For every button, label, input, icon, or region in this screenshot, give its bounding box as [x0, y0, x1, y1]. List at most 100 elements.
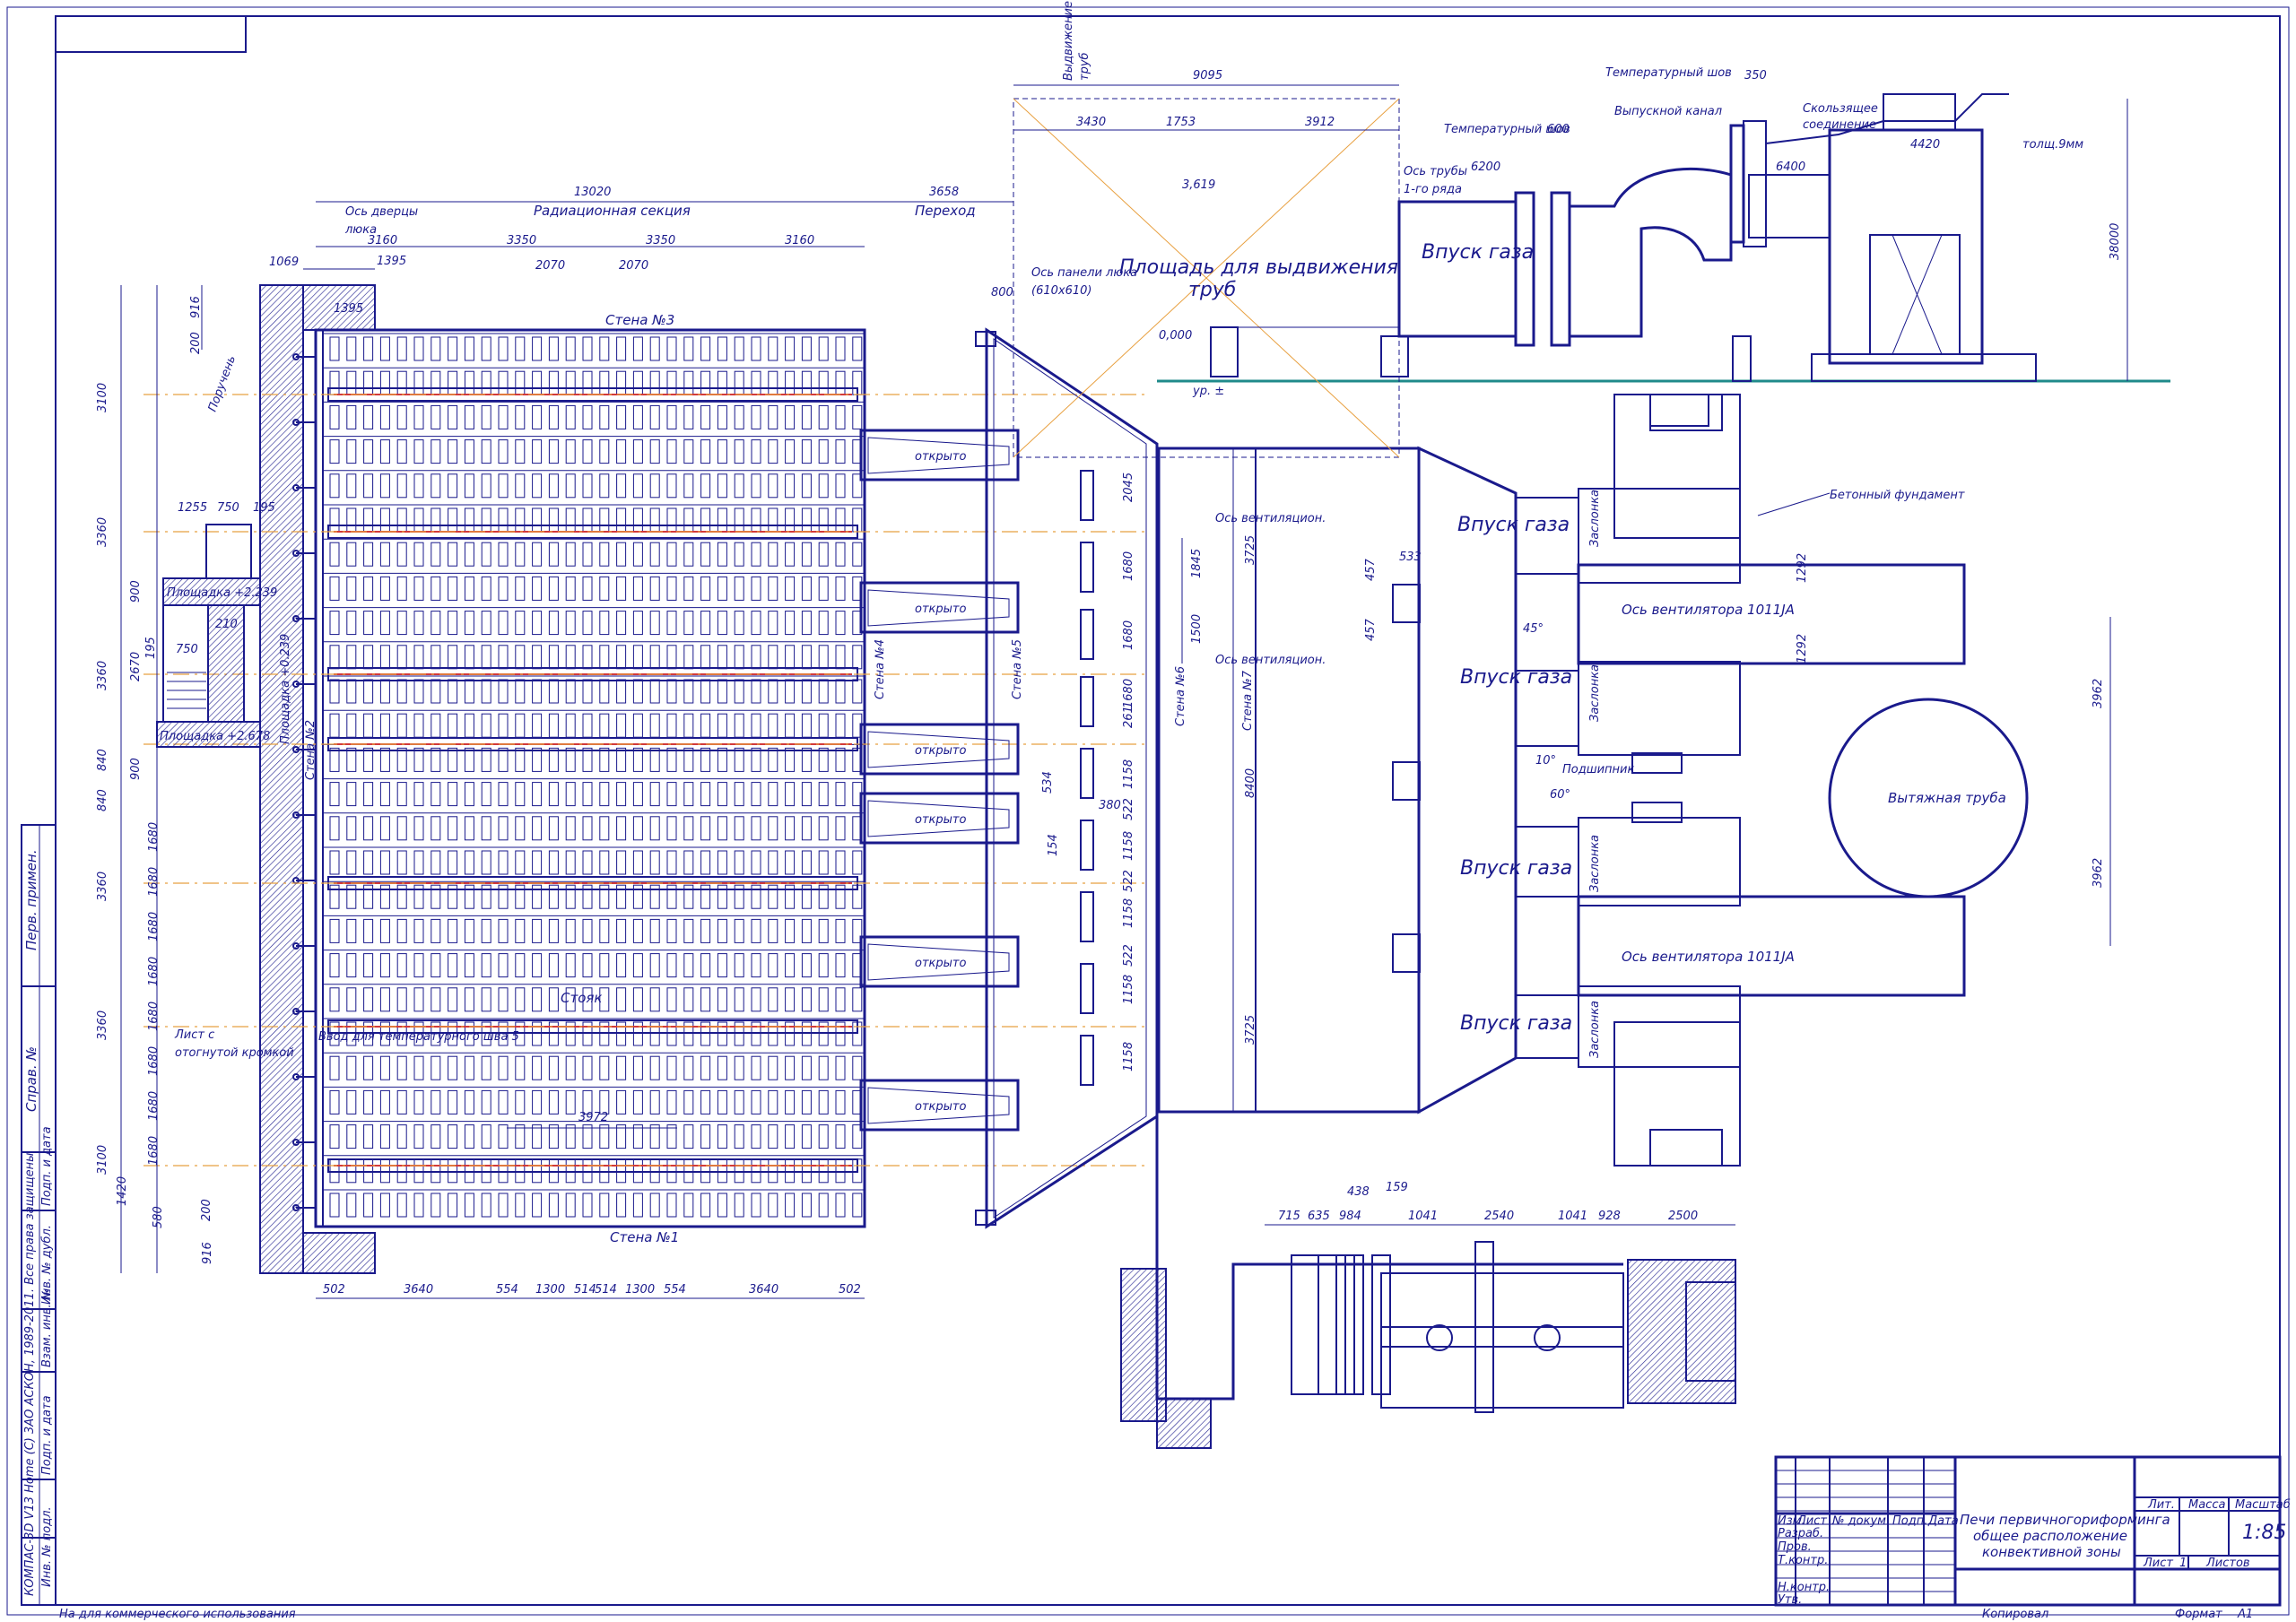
dim-522-a: 522 — [1122, 798, 1135, 820]
dim-3360-c: 3360 — [96, 872, 109, 901]
tube — [498, 370, 509, 395]
tube — [649, 782, 660, 807]
dim-1680: 1680 — [147, 1046, 161, 1076]
tube — [666, 1193, 677, 1218]
tube — [649, 336, 660, 361]
tube — [379, 816, 390, 841]
dim-3160-b: 3160 — [785, 234, 814, 247]
elevation-view: Площадь для выдвижения труб Выдвижение т… — [1013, 1, 2170, 458]
dim-1500: 1500 — [1190, 614, 1204, 644]
tube — [616, 1193, 627, 1218]
tube — [346, 953, 357, 978]
tube — [852, 1055, 863, 1080]
tube — [734, 576, 744, 601]
tube — [683, 507, 694, 533]
dim-1292-b: 1292 — [1796, 634, 1809, 664]
tube — [700, 336, 711, 361]
tube — [751, 404, 761, 429]
tube — [717, 542, 727, 567]
vent-axis-label-1: Ось вентиляцион. — [1215, 512, 1326, 525]
tube — [532, 953, 543, 978]
tube — [548, 645, 559, 670]
tube — [751, 1055, 761, 1080]
tb-scale-value: 1:85 — [2242, 1522, 2286, 1544]
tube — [582, 747, 593, 772]
tube — [430, 1193, 441, 1218]
tube — [363, 987, 374, 1012]
tube — [616, 404, 627, 429]
vent-slot — [1080, 891, 1094, 942]
tube — [379, 747, 390, 772]
dim-195-b: 195 — [144, 637, 158, 659]
tube — [448, 611, 458, 636]
tube — [666, 679, 677, 704]
wall-3-label: Стена №3 — [605, 312, 674, 328]
tube — [346, 1089, 357, 1115]
dim-514-b: 514 — [595, 1283, 617, 1297]
tube — [413, 611, 424, 636]
tube — [616, 782, 627, 807]
tube — [785, 370, 796, 395]
tb-title-1: Печи первичногориформинга — [1960, 1512, 2170, 1528]
tube — [632, 336, 643, 361]
tube — [599, 370, 610, 395]
dim-3360-d: 3360 — [96, 1010, 109, 1040]
tube — [532, 404, 543, 429]
dim-928: 928 — [1598, 1210, 1621, 1223]
duct-branch-outer — [1578, 985, 1741, 1068]
tube — [734, 713, 744, 738]
dim-1158-d: 1158 — [1122, 975, 1135, 1004]
tube — [768, 850, 778, 875]
tube — [666, 1089, 677, 1115]
tube — [363, 507, 374, 533]
dim-916-bot: 916 — [201, 1242, 214, 1264]
tube — [532, 816, 543, 841]
tube — [852, 679, 863, 704]
tube — [413, 1158, 424, 1184]
tube — [616, 542, 627, 567]
tube — [768, 473, 778, 499]
tube — [413, 542, 424, 567]
tube — [649, 918, 660, 943]
tube — [396, 1089, 407, 1115]
fan-section-bottom: 715 635 984 438 159 1041 2540 1041 928 2… — [1120, 1112, 1736, 1449]
tube — [734, 404, 744, 429]
tube — [734, 439, 744, 464]
wall-6-label: Стена №6 — [1174, 666, 1187, 726]
tube — [683, 404, 694, 429]
furnace-box — [314, 328, 866, 1228]
tube — [481, 713, 491, 738]
tube — [396, 404, 407, 429]
tube — [835, 782, 846, 807]
tube — [396, 816, 407, 841]
tube — [768, 370, 778, 395]
tube — [379, 473, 390, 499]
dim-554-b: 554 — [664, 1283, 686, 1297]
tube — [396, 782, 407, 807]
tube — [481, 1158, 491, 1184]
tube — [785, 1158, 796, 1184]
tube — [363, 473, 374, 499]
dim-502-a: 502 — [323, 1283, 345, 1297]
tube — [649, 1158, 660, 1184]
format-label: Формат — [2175, 1608, 2222, 1621]
tube — [329, 850, 340, 875]
tube — [666, 918, 677, 943]
tube — [785, 1193, 796, 1218]
tube — [363, 576, 374, 601]
tube — [464, 1193, 474, 1218]
tube — [700, 782, 711, 807]
damper-1: Заслонка — [1588, 490, 1602, 547]
tube — [785, 816, 796, 841]
tube — [582, 850, 593, 875]
temp-joint-label-2: Температурный шов — [1605, 66, 1732, 80]
tube — [396, 1124, 407, 1149]
tube — [801, 782, 812, 807]
tube — [413, 850, 424, 875]
fan-axis-2: Ось вентилятора 1011JA — [1622, 949, 1795, 965]
tube — [430, 987, 441, 1012]
tube — [785, 473, 796, 499]
tube — [413, 747, 424, 772]
vent-slot — [1080, 470, 1094, 521]
tube — [430, 816, 441, 841]
